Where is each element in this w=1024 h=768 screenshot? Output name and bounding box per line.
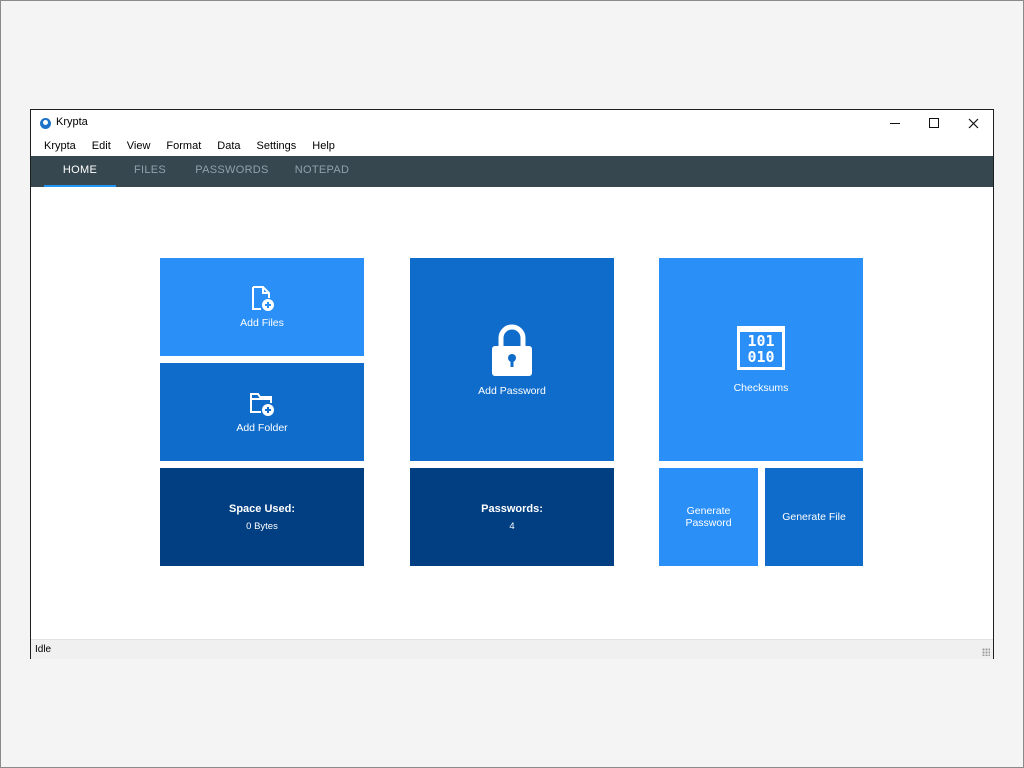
binary-icon: 101 010 (737, 325, 785, 370)
passwords-count-tile: Passwords: 4 (410, 468, 614, 566)
tab-passwords[interactable]: PASSWORDS (189, 156, 275, 187)
maximize-icon (929, 118, 939, 128)
file-add-icon (252, 286, 274, 311)
menu-help[interactable]: Help (304, 136, 343, 156)
menu-bar: Krypta Edit View Format Data Settings He… (31, 136, 993, 156)
tab-files[interactable]: FILES (121, 156, 179, 187)
checksums-tile[interactable]: 101 010 Checksums (659, 258, 863, 461)
status-bar: Idle (31, 639, 993, 659)
binary-line-1: 101 (747, 332, 775, 350)
generate-password-label-line2: Password (685, 517, 732, 529)
lock-icon (492, 324, 532, 376)
tab-bar: HOME FILES PASSWORDS NOTEPAD (31, 156, 993, 187)
space-used-tile: Space Used: 0 Bytes (160, 468, 364, 566)
close-button[interactable] (954, 110, 992, 136)
generate-file-label: Generate File (782, 511, 846, 523)
binary-line-2: 010 (747, 348, 775, 366)
space-used-value: 0 Bytes (246, 520, 278, 532)
maximize-button[interactable] (915, 110, 953, 136)
app-window: Krypta Krypta Edit View Format Data Sett… (30, 109, 994, 659)
close-icon (968, 118, 978, 128)
generate-password-tile[interactable]: Generate Password (659, 468, 758, 566)
minimize-icon (890, 122, 900, 124)
space-used-label: Space Used: (228, 502, 296, 515)
home-dashboard: Add Files Add Folder Space Used: 0 Bytes (31, 187, 993, 639)
add-password-tile[interactable]: Add Password (410, 258, 614, 461)
menu-edit[interactable]: Edit (84, 136, 119, 156)
folder-add-icon (250, 393, 274, 416)
app-logo-icon (40, 118, 51, 129)
add-files-label: Add Files (240, 317, 284, 329)
passwords-label: Passwords: (481, 502, 543, 515)
add-folder-tile[interactable]: Add Folder (160, 363, 364, 461)
add-password-label: Add Password (478, 384, 546, 397)
status-text: Idle (35, 644, 52, 655)
window-title: Krypta (56, 116, 88, 128)
tab-home[interactable]: HOME (44, 156, 116, 187)
generate-password-label-line1: Generate (686, 505, 731, 517)
add-files-tile[interactable]: Add Files (160, 258, 364, 356)
checksums-label: Checksums (733, 381, 789, 394)
menu-settings[interactable]: Settings (249, 136, 305, 156)
minimize-button[interactable] (876, 110, 914, 136)
title-bar[interactable]: Krypta (31, 110, 993, 136)
passwords-count: 4 (509, 520, 515, 532)
add-folder-label: Add Folder (236, 422, 288, 434)
menu-format[interactable]: Format (158, 136, 209, 156)
tab-notepad[interactable]: NOTEPAD (287, 156, 357, 187)
menu-data[interactable]: Data (209, 136, 248, 156)
generate-file-tile[interactable]: Generate File (765, 468, 863, 566)
menu-view[interactable]: View (119, 136, 159, 156)
menu-krypta[interactable]: Krypta (31, 136, 84, 156)
resize-grip-icon[interactable] (982, 648, 990, 656)
